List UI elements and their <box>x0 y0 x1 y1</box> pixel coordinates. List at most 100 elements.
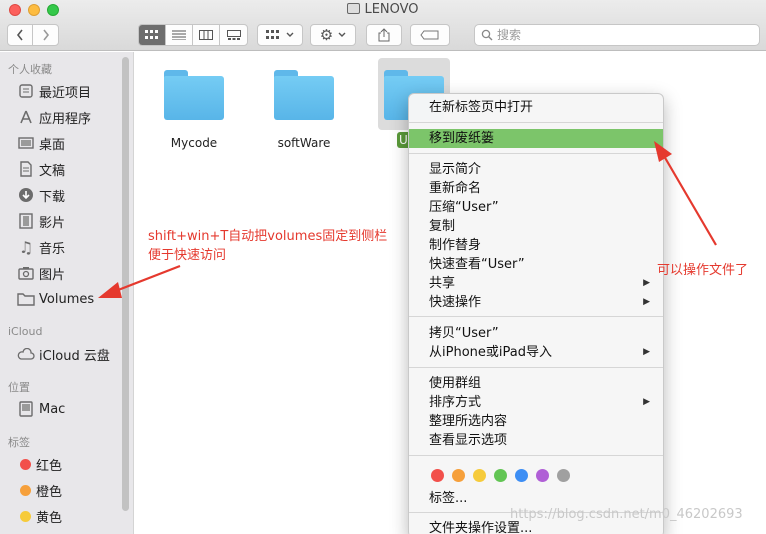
orange-tag-icon <box>20 484 31 496</box>
menu-item-quick-actions[interactable]: 快速操作 ▶ <box>409 293 663 312</box>
sidebar-item-movies[interactable]: 影片 <box>17 211 65 231</box>
folder-icon <box>164 70 224 120</box>
column-view-button[interactable] <box>193 25 221 45</box>
menu-item-tags[interactable]: 标签... <box>409 489 663 508</box>
search-input[interactable] <box>497 28 737 42</box>
red-tag-icon <box>20 458 31 470</box>
sidebar-item-downloads[interactable]: 下载 <box>17 185 65 205</box>
gallery-view-button[interactable] <box>220 25 247 45</box>
sidebar-item-label: Volumes <box>39 291 95 307</box>
action-menu-button[interactable]: ⚙ <box>310 24 356 46</box>
sidebar-item-label: 下载 <box>39 189 66 205</box>
sidebar-item-desktop[interactable]: 桌面 <box>17 133 65 153</box>
sidebar-item-icloud-drive[interactable]: iCloud 云盘 <box>17 344 110 364</box>
menu-item-open-in-new-tab[interactable]: 在新标签页中打开 <box>409 98 663 117</box>
menu-separator <box>409 367 663 368</box>
sidebar-tag-red[interactable]: 红色 <box>17 454 62 474</box>
menu-item-duplicate[interactable]: 复制 <box>409 217 663 236</box>
annotation-left-line2: 便于快速访问 <box>148 248 227 263</box>
icon-grid-icon <box>145 30 158 39</box>
gray-tag-button[interactable] <box>557 469 570 482</box>
share-button[interactable] <box>366 24 402 46</box>
recents-icon <box>17 82 35 100</box>
music-icon: ♫ <box>18 237 34 257</box>
purple-tag-button[interactable] <box>536 469 549 482</box>
green-tag-button[interactable] <box>494 469 507 482</box>
sidebar-item-label: 黄色 <box>36 510 63 526</box>
sidebar-item-applications[interactable]: 应用程序 <box>17 107 91 127</box>
documents-icon <box>17 160 35 178</box>
sidebar-item-label: 橙色 <box>36 484 63 500</box>
sidebar-item-mac[interactable]: Mac <box>17 399 65 419</box>
folder-icon <box>274 70 334 120</box>
columns-icon <box>199 30 214 40</box>
gallery-icon <box>226 30 241 40</box>
list-view-button[interactable] <box>166 25 194 45</box>
tag-icon <box>420 30 439 40</box>
menu-separator <box>409 316 663 317</box>
menu-item-make-alias[interactable]: 制作替身 <box>409 236 663 255</box>
annotation-left-line1: shift+win+T自动把volumes固定到侧栏 <box>148 229 388 244</box>
folder-name: softWare <box>277 136 331 150</box>
search-field[interactable] <box>474 24 760 46</box>
submenu-arrow-icon: ▶ <box>643 347 650 357</box>
icon-view-button[interactable] <box>139 25 167 45</box>
submenu-arrow-icon: ▶ <box>643 278 650 288</box>
red-tag-button[interactable] <box>431 469 444 482</box>
sidebar-item-label: 红色 <box>36 458 63 474</box>
menu-item-use-groups[interactable]: 使用群组 <box>409 374 663 393</box>
menu-item-quick-look[interactable]: 快速查看“User” <box>409 255 663 274</box>
mac-icon <box>17 400 35 418</box>
sidebar-item-volumes[interactable]: Volumes <box>17 289 94 309</box>
sidebar-item-recents[interactable]: 最近项目 <box>17 81 91 101</box>
sidebar-item-label: 桌面 <box>39 137 66 153</box>
sidebar-scrollbar[interactable] <box>122 57 129 511</box>
sidebar-section-favorites: 个人收藏 <box>8 63 52 76</box>
menu-item-compress[interactable]: 压缩“User” <box>409 198 663 217</box>
edit-tags-button[interactable] <box>410 24 450 46</box>
folder-icon <box>17 290 35 308</box>
menu-item-get-info[interactable]: 显示简介 <box>409 160 663 179</box>
menu-item-sort-by[interactable]: 排序方式 ▶ <box>409 393 663 412</box>
group-grid-icon <box>266 30 279 39</box>
sidebar-item-label: iCloud 云盘 <box>39 348 110 364</box>
sidebar-tag-orange[interactable]: 橙色 <box>17 480 62 500</box>
orange-tag-button[interactable] <box>452 469 465 482</box>
movies-icon <box>17 212 35 230</box>
menu-item-share[interactable]: 共享 ▶ <box>409 274 663 293</box>
menu-item-show-view-options[interactable]: 查看显示选项 <box>409 431 663 450</box>
submenu-arrow-icon: ▶ <box>643 297 650 307</box>
sidebar-item-pictures[interactable]: 图片 <box>17 263 65 283</box>
folder-item[interactable]: Mycode <box>159 70 229 150</box>
yellow-tag-button[interactable] <box>473 469 486 482</box>
sidebar-item-label: 最近项目 <box>39 85 92 101</box>
sidebar-tag-yellow[interactable]: 黄色 <box>17 506 62 526</box>
forward-button[interactable] <box>33 25 58 45</box>
blue-tag-button[interactable] <box>515 469 528 482</box>
sidebar-item-music[interactable]: ♫ 音乐 <box>17 237 65 257</box>
list-icon <box>172 30 187 40</box>
back-button[interactable] <box>8 25 34 45</box>
view-mode-selector <box>138 24 248 46</box>
sidebar-section-locations: 位置 <box>8 381 30 394</box>
group-by-button[interactable] <box>257 24 303 46</box>
watermark: https://blog.csdn.net/m0_46202693 <box>510 507 743 522</box>
desktop-icon <box>17 134 35 152</box>
sidebar-item-label: 图片 <box>39 267 66 283</box>
chevron-left-icon <box>16 29 23 41</box>
sidebar-section-icloud: iCloud <box>8 325 43 338</box>
menu-item-label: 排序方式 <box>429 395 482 410</box>
menu-item-clean-up-selection[interactable]: 整理所选内容 <box>409 412 663 431</box>
sidebar-item-documents[interactable]: 文稿 <box>17 159 65 179</box>
menu-item-import-from-iphone[interactable]: 从iPhone或iPad导入 ▶ <box>409 343 663 362</box>
sidebar: 个人收藏 最近项目 应用程序 桌面 文稿 下载 影片 ♫ 音乐 图片 Volum… <box>0 52 134 534</box>
folder-item[interactable]: softWare <box>269 70 339 150</box>
menu-item-copy[interactable]: 拷贝“User” <box>409 324 663 343</box>
menu-item-move-to-trash[interactable]: 移到废纸篓 <box>409 129 663 148</box>
menu-item-label: 从iPhone或iPad导入 <box>429 345 552 360</box>
menu-tag-colors <box>431 469 578 482</box>
menu-item-rename[interactable]: 重新命名 <box>409 179 663 198</box>
drive-icon <box>347 3 361 14</box>
search-icon <box>481 29 493 41</box>
cloud-icon <box>17 345 35 363</box>
